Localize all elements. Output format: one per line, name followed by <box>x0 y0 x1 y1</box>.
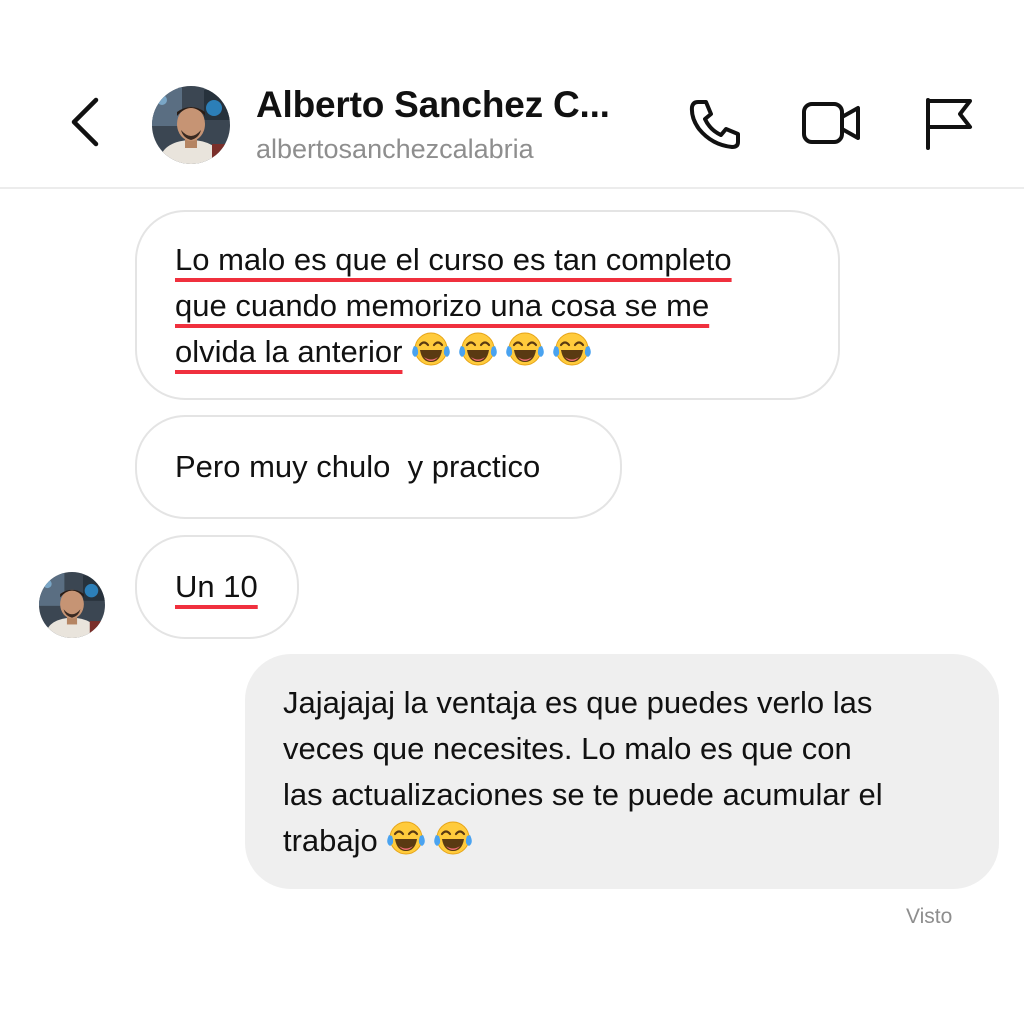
laughing-emoji-icon <box>433 819 473 857</box>
message-text-line: trabajo <box>283 823 378 858</box>
message-bubble-incoming[interactable]: Lo malo es que el curso es tan completo … <box>135 210 840 400</box>
message-bubble-incoming[interactable]: Un 10 <box>135 535 299 639</box>
contact-name[interactable]: Alberto Sanchez C... <box>256 84 610 126</box>
message-text: Un 10 <box>175 569 258 604</box>
message-text: Pero muy chulo y practico <box>175 449 541 484</box>
sender-avatar[interactable] <box>39 572 105 638</box>
message-text-line: las actualizaciones se te puede acumular… <box>283 777 883 812</box>
laughing-emoji-icon <box>411 330 451 368</box>
message-text-line: veces que necesites. Lo malo es que con <box>283 731 852 766</box>
laughing-emoji-icon <box>386 819 426 857</box>
video-camera-icon[interactable] <box>800 96 860 152</box>
chat-header: Alberto Sanchez C... albertosanchezcalab… <box>0 0 1024 189</box>
message-text-line: Lo malo es que el curso es tan completo <box>175 242 732 277</box>
message-bubble-outgoing[interactable]: Jajajajaj la ventaja es que puedes verlo… <box>245 654 999 889</box>
message-text-line: olvida la anterior <box>175 334 403 369</box>
seen-status: Visto <box>906 905 953 928</box>
contact-username[interactable]: albertosanchezcalabria <box>256 134 534 165</box>
flag-icon[interactable] <box>922 96 982 152</box>
laughing-emoji-icon <box>458 330 498 368</box>
laughing-emoji-icon <box>552 330 592 368</box>
back-chevron-icon[interactable] <box>62 92 114 156</box>
phone-icon[interactable] <box>686 96 746 152</box>
laughing-emoji-icon <box>505 330 545 368</box>
contact-avatar[interactable] <box>152 86 230 164</box>
message-text-line: Jajajajaj la ventaja es que puedes verlo… <box>283 685 873 720</box>
message-bubble-incoming[interactable]: Pero muy chulo y practico <box>135 415 622 519</box>
emoji-group <box>411 334 592 369</box>
emoji-group <box>386 823 473 858</box>
message-text-line: que cuando memorizo una cosa se me <box>175 288 710 323</box>
